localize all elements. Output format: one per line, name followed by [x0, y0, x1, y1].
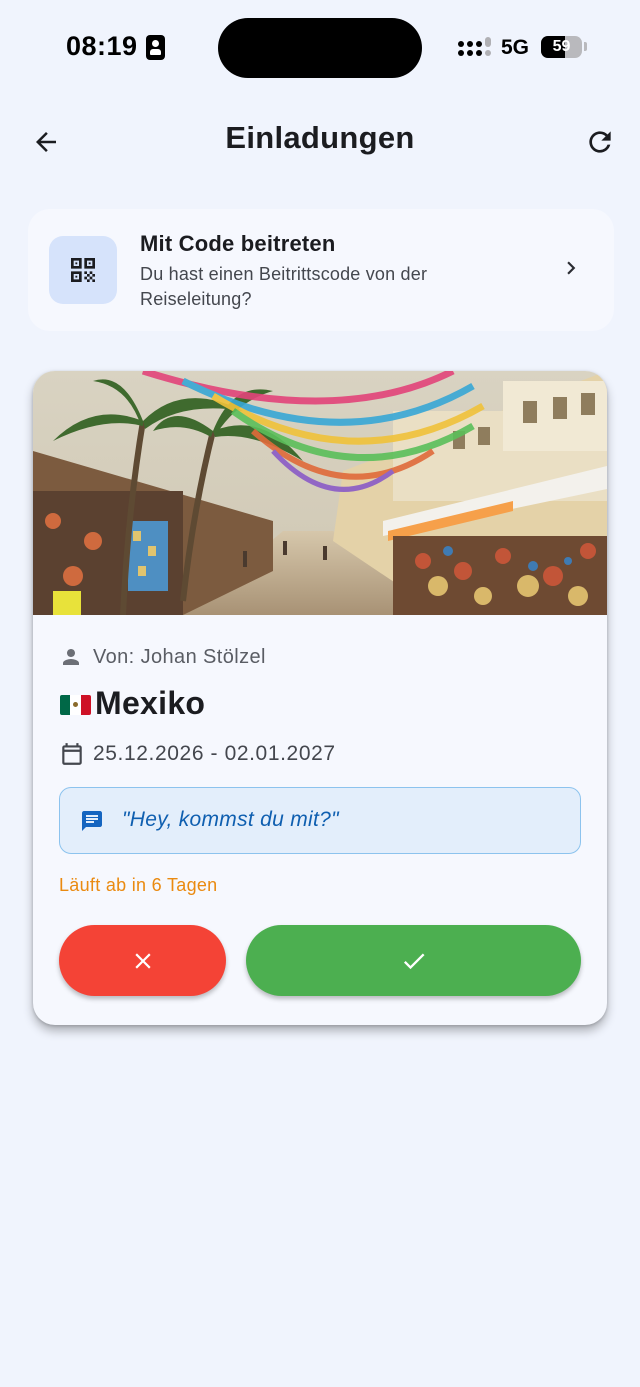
refresh-icon: [589, 131, 611, 153]
join-code-subtitle: Du hast einen Beitrittscode von der Reis…: [140, 264, 428, 309]
accept-button[interactable]: [246, 925, 581, 996]
expiry-notice: Läuft ab in 6 Tagen: [59, 875, 218, 895]
trip-dates-row: 25.12.2026 - 02.01.2027: [59, 739, 336, 769]
qr-code-icon: [71, 258, 95, 282]
decline-button[interactable]: [59, 925, 226, 996]
status-time: 08:19: [66, 31, 138, 61]
destination-photo: [33, 371, 607, 615]
status-bar: 08:19 5G 59: [0, 0, 640, 100]
signal-icon: [458, 37, 492, 59]
network-type: 5G: [501, 36, 530, 59]
battery-percent: 59: [552, 38, 571, 55]
check-icon: [403, 953, 424, 969]
invited-by-row: Von: Johan Stölzel: [59, 643, 266, 671]
contact-card-icon: [146, 35, 165, 60]
trip-dates: 25.12.2026 - 02.01.2027: [93, 742, 336, 765]
join-with-code-card[interactable]: Mit Code beitreten Du hast einen Beitrit…: [28, 209, 614, 331]
close-icon: [134, 952, 151, 969]
battery-icon: 59: [541, 36, 582, 58]
mexico-flag-icon: [60, 694, 91, 715]
invitation-message-text: "Hey, kommst du mit?": [122, 808, 339, 831]
calendar-icon: [62, 743, 82, 765]
destination-name: Mexiko: [95, 685, 206, 721]
invitation-message: "Hey, kommst du mit?": [59, 787, 581, 854]
chevron-right-icon: [567, 261, 576, 275]
message-icon: [82, 811, 102, 831]
dynamic-island: [218, 18, 422, 78]
battery-tip: [584, 42, 587, 51]
destination-row: Mexiko: [60, 685, 205, 722]
join-code-title: Mit Code beitreten: [140, 231, 336, 256]
page-title: Einladungen: [225, 120, 415, 155]
qr-code-badge: [49, 236, 117, 304]
refresh-button[interactable]: [580, 122, 620, 162]
invited-by-text: Von: Johan Stölzel: [93, 645, 266, 668]
invitation-card: Von: Johan Stölzel Mexiko 25.12.2026 - 0…: [33, 371, 607, 1025]
person-icon: [63, 649, 79, 665]
